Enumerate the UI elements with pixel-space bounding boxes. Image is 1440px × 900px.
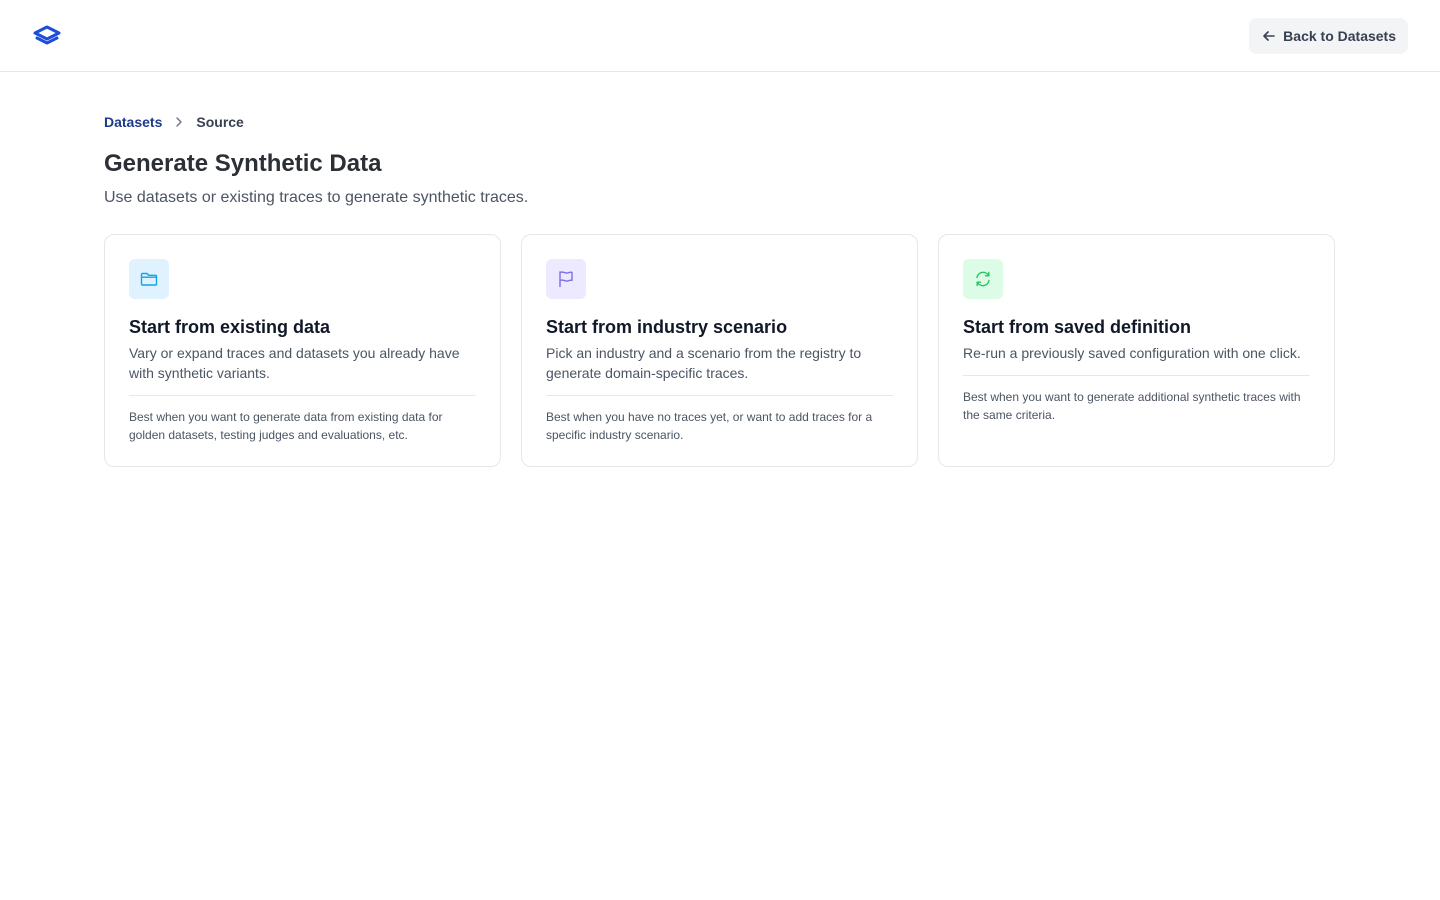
card-divider [129, 395, 476, 396]
arrow-left-icon [1263, 30, 1275, 41]
page-title: Generate Synthetic Data [104, 150, 382, 177]
card-description: Pick an industry and a scenario from the… [546, 345, 862, 381]
card-divider [546, 395, 893, 396]
breadcrumb-current: Source [196, 114, 244, 130]
card-title: Start from industry scenario [546, 317, 788, 337]
card-title: Start from saved definition [963, 317, 1192, 337]
card-title: Start from existing data [129, 317, 331, 337]
saved-definition-card[interactable]: Start from saved definition Re-run a pre… [938, 234, 1335, 467]
flag-icon [546, 259, 586, 299]
folder-icon [129, 259, 169, 299]
breadcrumb: Datasets Source [104, 112, 1336, 132]
refresh-icon [963, 259, 1003, 299]
top-bar: Back to Datasets [0, 0, 1440, 72]
layers-icon[interactable] [32, 21, 62, 51]
source-options: Start from existing data Vary or expand … [104, 234, 1336, 467]
existing-data-card[interactable]: Start from existing data Vary or expand … [104, 234, 501, 467]
back-to-datasets-button[interactable]: Back to Datasets [1249, 17, 1408, 54]
card-description: Re-run a previously saved configuration … [963, 345, 1301, 361]
chevron-right-icon [172, 115, 186, 129]
card-note: Best when you want to generate additiona… [963, 390, 1301, 422]
card-note: Best when you want to generate data from… [129, 410, 443, 442]
back-button-label: Back to Datasets [1283, 27, 1396, 44]
industry-scenario-card[interactable]: Start from industry scenario Pick an ind… [521, 234, 918, 467]
card-description: Vary or expand traces and datasets you a… [129, 345, 460, 381]
card-note: Best when you have no traces yet, or wan… [546, 410, 873, 442]
page-subtitle: Use datasets or existing traces to gener… [104, 189, 529, 206]
card-divider [963, 375, 1310, 376]
main-content: Datasets Source Generate Synthetic Data … [104, 112, 1336, 467]
breadcrumb-datasets-link[interactable]: Datasets [104, 114, 162, 130]
